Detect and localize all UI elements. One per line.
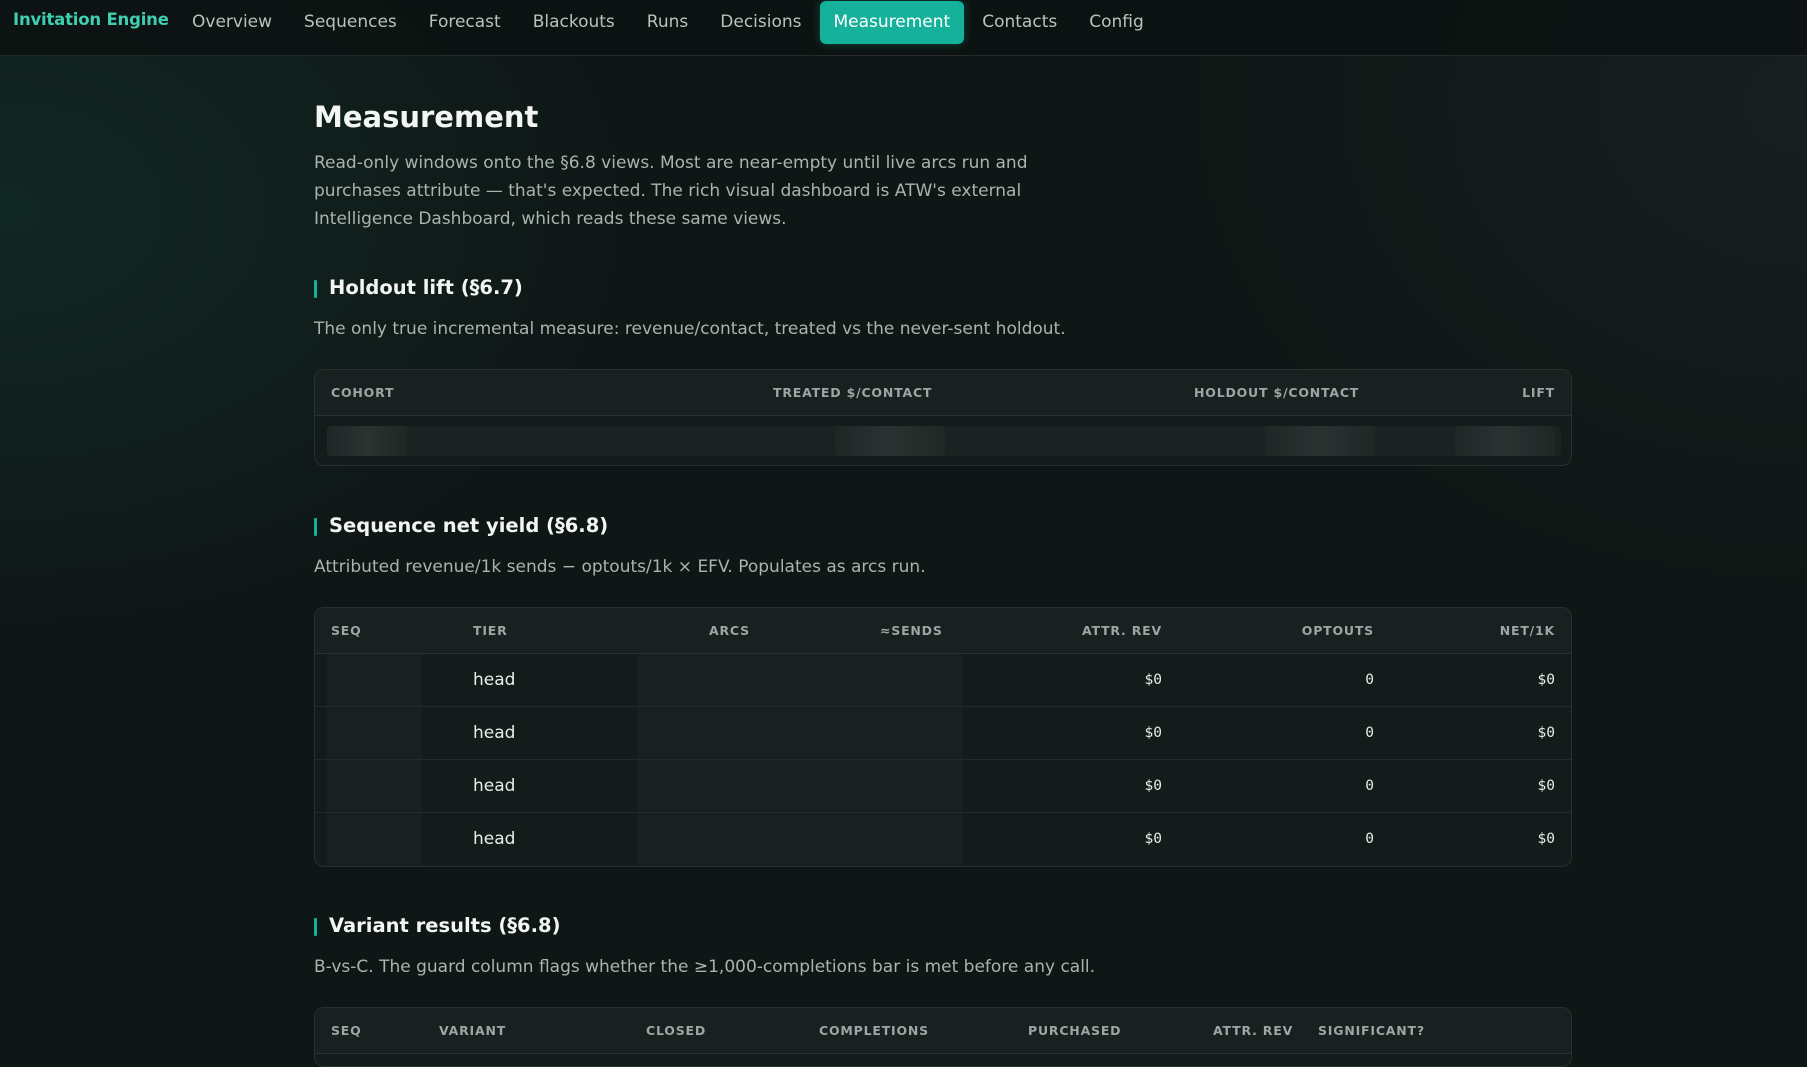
table-row[interactable]: head $0 0 $0 — [315, 813, 1571, 866]
cell-tier: head — [473, 670, 516, 690]
table-header: SEQ TIER ARCS ≈SENDS ATTR. REV OPTOUTS N… — [315, 608, 1571, 654]
nav-item-decisions[interactable]: Decisions — [704, 1, 817, 44]
cell-tier: head — [473, 776, 516, 796]
variants-section-title: Variant results (§6.8) — [314, 914, 561, 937]
table-header: SEQ VARIANT CLOSED COMPLETIONS PURCHASED… — [315, 1008, 1571, 1054]
page-description: Read-only windows onto the §6.8 views. M… — [314, 153, 1028, 229]
column-header-attr-rev: ATTR. REV — [1213, 1023, 1294, 1038]
table-header: COHORT TREATED $/CONTACT HOLDOUT $/CONTA… — [315, 370, 1571, 416]
column-header-closed: CLOSED — [646, 1023, 707, 1038]
cell-net: $0 — [1537, 831, 1555, 847]
loading-placeholder — [835, 426, 945, 456]
cell-tier: head — [473, 829, 516, 849]
net-yield-section-title: Sequence net yield (§6.8) — [314, 514, 608, 537]
loading-placeholder — [327, 426, 407, 456]
column-header-treated: TREATED $/CONTACT — [773, 385, 933, 400]
nav-item-sequences[interactable]: Sequences — [288, 1, 413, 44]
column-header-optouts: OPTOUTS — [1301, 623, 1374, 638]
column-header-holdout: HOLDOUT $/CONTACT — [1194, 385, 1360, 400]
cell-optouts: 0 — [1365, 831, 1374, 847]
column-header-seq: SEQ — [331, 623, 362, 638]
cell-net: $0 — [1537, 725, 1555, 741]
cell-attr-rev: $0 — [1144, 725, 1162, 741]
column-header-seq: SEQ — [331, 1023, 362, 1038]
loading-placeholder — [1455, 426, 1555, 456]
net-yield-table: SEQ TIER ARCS ≈SENDS ATTR. REV OPTOUTS N… — [314, 607, 1572, 867]
cell-optouts: 0 — [1365, 778, 1374, 794]
column-header-completions: COMPLETIONS — [819, 1023, 929, 1038]
cell-attr-rev: $0 — [1144, 831, 1162, 847]
page-title: Measurement — [314, 100, 539, 134]
table-row-loading — [315, 416, 1571, 465]
column-header-significant: SIGNIFICANT? — [1318, 1023, 1425, 1038]
cell-optouts: 0 — [1365, 725, 1374, 741]
column-header-tier: TIER — [473, 623, 508, 638]
column-header-arcs: ARCS — [709, 623, 750, 638]
brand-logo[interactable]: Invitation Engine — [13, 10, 169, 29]
column-header-lift: LIFT — [1522, 385, 1555, 400]
cell-attr-rev: $0 — [1144, 672, 1162, 688]
variants-section-description: B-vs-C. The guard column flags whether t… — [314, 957, 1096, 977]
nav-item-forecast[interactable]: Forecast — [413, 1, 517, 44]
column-header-attr-rev: ATTR. REV — [1081, 623, 1162, 638]
cell-net: $0 — [1537, 672, 1555, 688]
column-header-cohort: COHORT — [331, 385, 395, 400]
table-row[interactable]: head $0 0 $0 — [315, 654, 1571, 707]
nav-item-runs[interactable]: Runs — [631, 1, 704, 44]
table-row[interactable]: head $0 0 $0 — [315, 760, 1571, 813]
holdout-section-title: Holdout lift (§6.7) — [314, 276, 523, 299]
holdout-section-description: The only true incremental measure: reven… — [314, 319, 1066, 339]
nav-item-measurement[interactable]: Measurement — [819, 0, 965, 44]
cell-optouts: 0 — [1365, 672, 1374, 688]
nav-item-config[interactable]: Config — [1073, 1, 1160, 44]
holdout-table: COHORT TREATED $/CONTACT HOLDOUT $/CONTA… — [314, 369, 1572, 466]
column-header-net-per-1k: NET/1K — [1499, 623, 1555, 638]
table-row[interactable]: head $0 0 $0 — [315, 707, 1571, 760]
cell-attr-rev: $0 — [1144, 778, 1162, 794]
nav-items: Overview Sequences Forecast Blackouts Ru… — [176, 0, 1160, 44]
nav-item-overview[interactable]: Overview — [176, 1, 288, 44]
column-header-variant: VARIANT — [439, 1023, 507, 1038]
cell-tier: head — [473, 723, 516, 743]
variants-table: SEQ VARIANT CLOSED COMPLETIONS PURCHASED… — [314, 1007, 1572, 1067]
cell-net: $0 — [1537, 778, 1555, 794]
top-nav: Invitation Engine Overview Sequences For… — [0, 0, 1807, 56]
loading-placeholder — [1265, 426, 1375, 456]
nav-item-contacts[interactable]: Contacts — [966, 1, 1073, 44]
net-yield-section-description: Attributed revenue/1k sends − optouts/1k… — [314, 557, 926, 577]
nav-item-blackouts[interactable]: Blackouts — [517, 1, 631, 44]
column-header-sends: ≈SENDS — [880, 623, 943, 638]
column-header-purchased: PURCHASED — [1028, 1023, 1122, 1038]
